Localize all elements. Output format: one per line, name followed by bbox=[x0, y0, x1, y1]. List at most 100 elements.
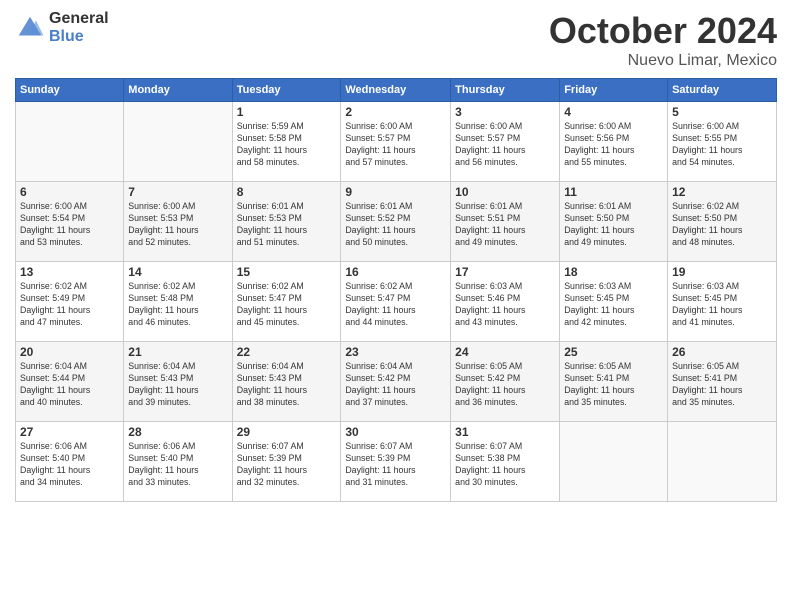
day-info: Sunrise: 6:04 AM Sunset: 5:43 PM Dayligh… bbox=[128, 361, 227, 409]
day-info: Sunrise: 6:00 AM Sunset: 5:57 PM Dayligh… bbox=[455, 121, 555, 169]
day-info: Sunrise: 6:02 AM Sunset: 5:47 PM Dayligh… bbox=[345, 281, 446, 329]
day-number: 16 bbox=[345, 265, 446, 279]
calendar-page: General Blue October 2024 Nuevo Limar, M… bbox=[0, 0, 792, 612]
day-info: Sunrise: 6:01 AM Sunset: 5:53 PM Dayligh… bbox=[237, 201, 337, 249]
calendar-cell: 28Sunrise: 6:06 AM Sunset: 5:40 PM Dayli… bbox=[124, 422, 232, 502]
day-info: Sunrise: 6:05 AM Sunset: 5:41 PM Dayligh… bbox=[564, 361, 663, 409]
calendar-cell: 19Sunrise: 6:03 AM Sunset: 5:45 PM Dayli… bbox=[668, 262, 777, 342]
day-number: 18 bbox=[564, 265, 663, 279]
calendar-cell: 2 Sunrise: 6:00 AM Sunset: 5:57 PM Daylig… bbox=[341, 102, 451, 182]
calendar-cell: 18 Sunrise: 6:03 AM Sunset: 5:45 PM Dayli… bbox=[560, 262, 668, 342]
day-number: 7 bbox=[128, 185, 227, 199]
day-info: Sunrise: 5:59 AM Sunset: 5:58 PM Dayligh… bbox=[237, 121, 337, 169]
month-title: October 2024 bbox=[549, 10, 777, 52]
day-number: 9 bbox=[345, 185, 446, 199]
calendar-cell: 21Sunrise: 6:04 AM Sunset: 5:43 PM Dayli… bbox=[124, 342, 232, 422]
header-thursday: Thursday bbox=[451, 79, 560, 102]
calendar-week-row: 6Sunrise: 6:00 AM Sunset: 5:54 PM Daylig… bbox=[16, 182, 777, 262]
calendar-cell: 14 Sunrise: 6:02 AM Sunset: 5:48 PM Dayli… bbox=[124, 262, 232, 342]
day-number: 30 bbox=[345, 425, 446, 439]
day-number: 28 bbox=[128, 425, 227, 439]
day-info: Sunrise: 6:03 AM Sunset: 5:45 PM Dayligh… bbox=[564, 281, 663, 329]
title-block: October 2024 Nuevo Limar, Mexico bbox=[549, 10, 777, 70]
calendar-cell: 13 Sunrise: 6:02 AM Sunset: 5:49 PM Dayli… bbox=[16, 262, 124, 342]
header-tuesday: Tuesday bbox=[232, 79, 341, 102]
day-number: 24 bbox=[455, 345, 555, 359]
day-number: 14 bbox=[128, 265, 227, 279]
calendar-cell: 11 Sunrise: 6:01 AM Sunset: 5:50 PM Dayli… bbox=[560, 182, 668, 262]
day-number: 29 bbox=[237, 425, 337, 439]
logo-text: General Blue bbox=[49, 10, 109, 45]
day-number: 3 bbox=[455, 105, 555, 119]
day-number: 4 bbox=[564, 105, 663, 119]
day-number: 23 bbox=[345, 345, 446, 359]
calendar-cell bbox=[560, 422, 668, 502]
calendar-cell: 10 Sunrise: 6:01 AM Sunset: 5:51 PM Dayli… bbox=[451, 182, 560, 262]
calendar-cell bbox=[124, 102, 232, 182]
day-number: 15 bbox=[237, 265, 337, 279]
weekday-header-row: Sunday Monday Tuesday Wednesday Thursday… bbox=[16, 79, 777, 102]
day-info: Sunrise: 6:04 AM Sunset: 5:43 PM Dayligh… bbox=[237, 361, 337, 409]
header-sunday: Sunday bbox=[16, 79, 124, 102]
header: General Blue October 2024 Nuevo Limar, M… bbox=[15, 10, 777, 70]
day-info: Sunrise: 6:07 AM Sunset: 5:39 PM Dayligh… bbox=[237, 441, 337, 489]
logo-general: General bbox=[49, 10, 109, 28]
day-number: 6 bbox=[20, 185, 119, 199]
day-info: Sunrise: 6:07 AM Sunset: 5:39 PM Dayligh… bbox=[345, 441, 446, 489]
day-number: 8 bbox=[237, 185, 337, 199]
header-friday: Friday bbox=[560, 79, 668, 102]
day-number: 1 bbox=[237, 105, 337, 119]
calendar-cell bbox=[668, 422, 777, 502]
day-info: Sunrise: 6:01 AM Sunset: 5:50 PM Dayligh… bbox=[564, 201, 663, 249]
calendar-cell: 12 Sunrise: 6:02 AM Sunset: 5:50 PM Dayli… bbox=[668, 182, 777, 262]
day-number: 13 bbox=[20, 265, 119, 279]
day-number: 11 bbox=[564, 185, 663, 199]
day-info: Sunrise: 6:00 AM Sunset: 5:57 PM Dayligh… bbox=[345, 121, 446, 169]
logo: General Blue bbox=[15, 10, 109, 45]
day-number: 5 bbox=[672, 105, 772, 119]
day-number: 27 bbox=[20, 425, 119, 439]
location: Nuevo Limar, Mexico bbox=[549, 52, 777, 70]
day-info: Sunrise: 6:06 AM Sunset: 5:40 PM Dayligh… bbox=[20, 441, 119, 489]
day-info: Sunrise: 6:00 AM Sunset: 5:53 PM Dayligh… bbox=[128, 201, 227, 249]
day-number: 22 bbox=[237, 345, 337, 359]
day-info: Sunrise: 6:00 AM Sunset: 5:55 PM Dayligh… bbox=[672, 121, 772, 169]
calendar-cell bbox=[16, 102, 124, 182]
calendar-cell: 31Sunrise: 6:07 AM Sunset: 5:38 PM Dayli… bbox=[451, 422, 560, 502]
calendar-cell: 27 Sunrise: 6:06 AM Sunset: 5:40 PM Dayli… bbox=[16, 422, 124, 502]
calendar-cell: 24Sunrise: 6:05 AM Sunset: 5:42 PM Dayli… bbox=[451, 342, 560, 422]
calendar-week-row: 27 Sunrise: 6:06 AM Sunset: 5:40 PM Dayli… bbox=[16, 422, 777, 502]
calendar-cell: 20 Sunrise: 6:04 AM Sunset: 5:44 PM Dayli… bbox=[16, 342, 124, 422]
day-number: 25 bbox=[564, 345, 663, 359]
calendar-cell: 9Sunrise: 6:01 AM Sunset: 5:52 PM Daylig… bbox=[341, 182, 451, 262]
calendar-table: Sunday Monday Tuesday Wednesday Thursday… bbox=[15, 78, 777, 502]
logo-icon bbox=[15, 13, 45, 43]
day-number: 20 bbox=[20, 345, 119, 359]
day-number: 17 bbox=[455, 265, 555, 279]
day-info: Sunrise: 6:04 AM Sunset: 5:44 PM Dayligh… bbox=[20, 361, 119, 409]
header-wednesday: Wednesday bbox=[341, 79, 451, 102]
day-info: Sunrise: 6:02 AM Sunset: 5:49 PM Dayligh… bbox=[20, 281, 119, 329]
day-number: 2 bbox=[345, 105, 446, 119]
calendar-cell: 4 Sunrise: 6:00 AM Sunset: 5:56 PM Daylig… bbox=[560, 102, 668, 182]
calendar-cell: 25 Sunrise: 6:05 AM Sunset: 5:41 PM Dayli… bbox=[560, 342, 668, 422]
day-number: 10 bbox=[455, 185, 555, 199]
calendar-week-row: 1 Sunrise: 5:59 AM Sunset: 5:58 PM Daylig… bbox=[16, 102, 777, 182]
day-info: Sunrise: 6:01 AM Sunset: 5:51 PM Dayligh… bbox=[455, 201, 555, 249]
day-info: Sunrise: 6:02 AM Sunset: 5:48 PM Dayligh… bbox=[128, 281, 227, 329]
day-number: 31 bbox=[455, 425, 555, 439]
day-info: Sunrise: 6:02 AM Sunset: 5:50 PM Dayligh… bbox=[672, 201, 772, 249]
calendar-cell: 22 Sunrise: 6:04 AM Sunset: 5:43 PM Dayli… bbox=[232, 342, 341, 422]
header-monday: Monday bbox=[124, 79, 232, 102]
calendar-cell: 1 Sunrise: 5:59 AM Sunset: 5:58 PM Daylig… bbox=[232, 102, 341, 182]
calendar-cell: 7 Sunrise: 6:00 AM Sunset: 5:53 PM Daylig… bbox=[124, 182, 232, 262]
day-number: 12 bbox=[672, 185, 772, 199]
calendar-cell: 16 Sunrise: 6:02 AM Sunset: 5:47 PM Dayli… bbox=[341, 262, 451, 342]
day-info: Sunrise: 6:02 AM Sunset: 5:47 PM Dayligh… bbox=[237, 281, 337, 329]
day-info: Sunrise: 6:04 AM Sunset: 5:42 PM Dayligh… bbox=[345, 361, 446, 409]
day-info: Sunrise: 6:00 AM Sunset: 5:56 PM Dayligh… bbox=[564, 121, 663, 169]
calendar-cell: 17Sunrise: 6:03 AM Sunset: 5:46 PM Dayli… bbox=[451, 262, 560, 342]
day-number: 19 bbox=[672, 265, 772, 279]
calendar-cell: 5 Sunrise: 6:00 AM Sunset: 5:55 PM Daylig… bbox=[668, 102, 777, 182]
calendar-cell: 15 Sunrise: 6:02 AM Sunset: 5:47 PM Dayli… bbox=[232, 262, 341, 342]
